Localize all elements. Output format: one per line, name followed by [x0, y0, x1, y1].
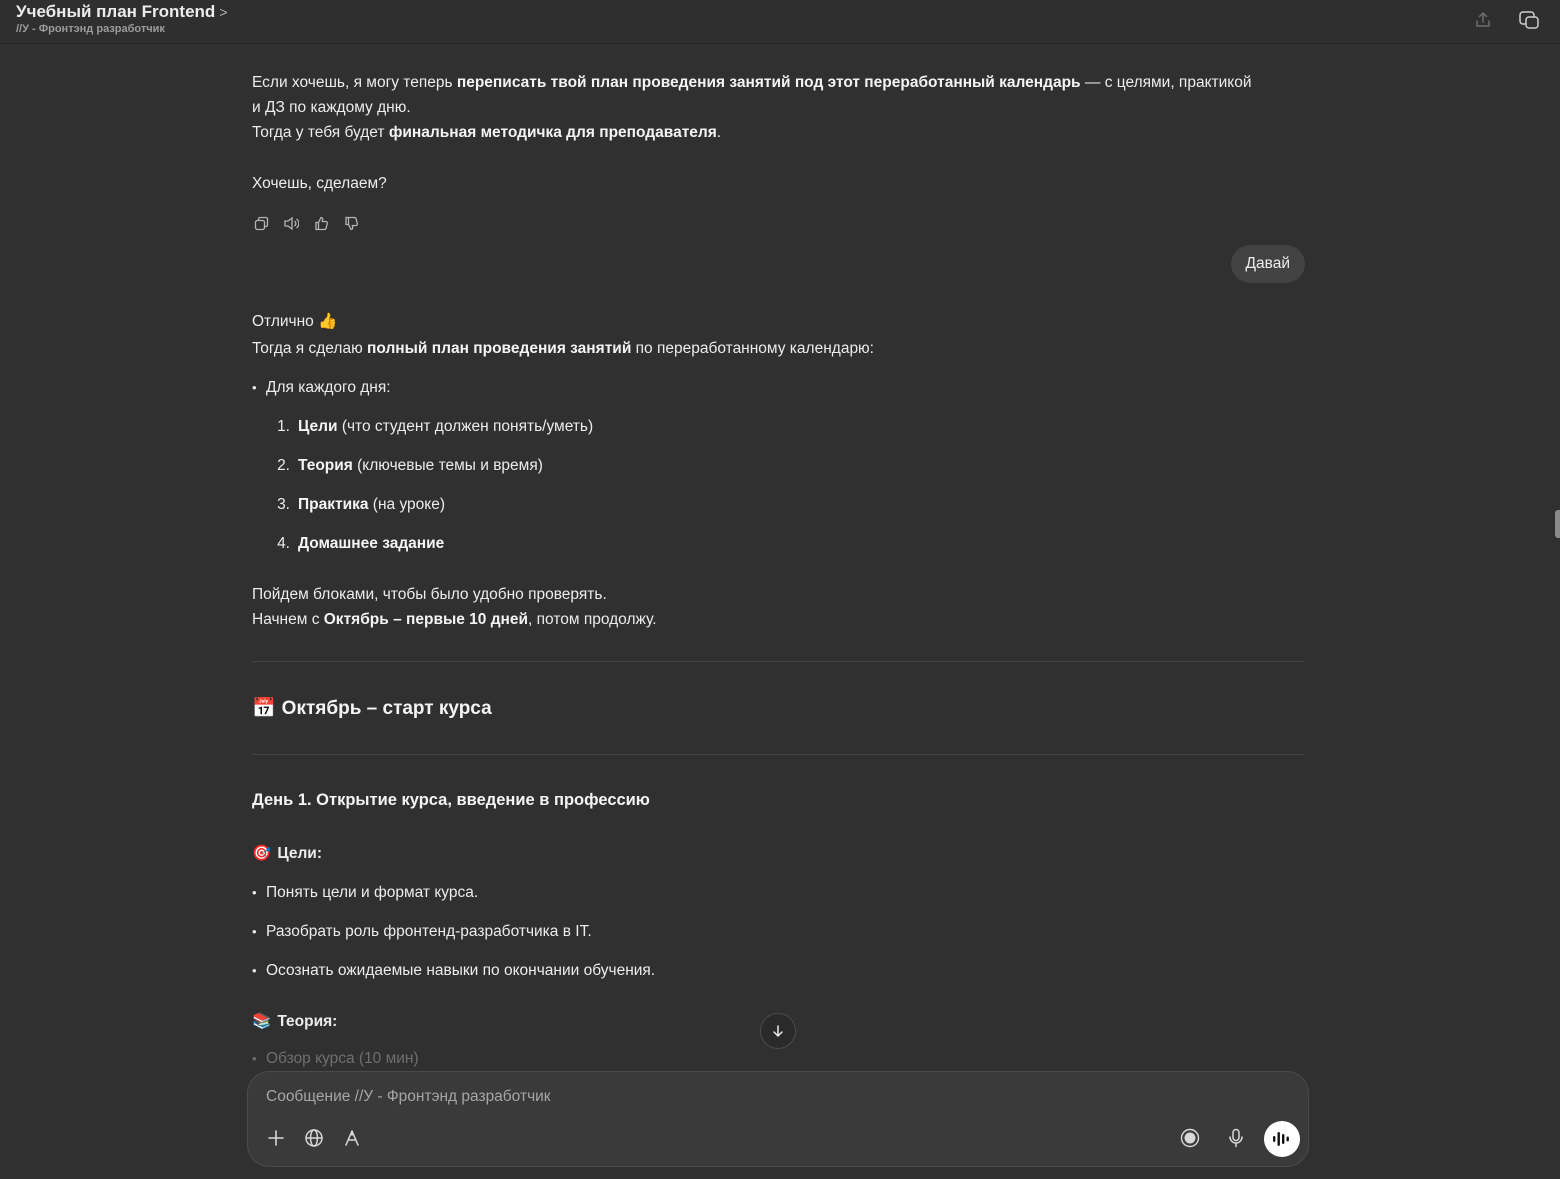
divider — [252, 661, 1305, 662]
arrow-down-icon — [773, 1025, 783, 1038]
message-input[interactable] — [266, 1088, 1166, 1106]
text: Начнем с — [252, 611, 324, 628]
heading-text: Октябрь – старт курса — [281, 698, 492, 719]
top-bar: Учебный план Frontend > //У - Фронтэнд р… — [0, 0, 1560, 44]
bold-text: Цели — [298, 418, 338, 435]
record-icon[interactable] — [1178, 1126, 1202, 1150]
text: Тогда у тебя будет — [252, 124, 389, 141]
list-item: Понять цели и формат курса. — [252, 880, 1305, 905]
ordered-list-item: 1. Цели (что студент должен понять/уметь) — [252, 414, 1305, 439]
ordered-list-item: 3. Практика (на уроке) — [252, 492, 1305, 517]
list-item: Разобрать роль фронтенд-разработчика в I… — [252, 919, 1305, 944]
books-emoji: 📚 — [252, 1013, 272, 1030]
message-paragraph: Если хочешь, я могу теперь переписать тв… — [252, 70, 1305, 145]
thumbs-down-icon[interactable] — [342, 214, 360, 232]
calendar-emoji: 📅 — [252, 698, 276, 719]
list-item: Обзор курса (10 мин) — [252, 1046, 1305, 1071]
copy-icon[interactable] — [252, 214, 270, 232]
text: и ДЗ по каждому дню. — [252, 99, 411, 116]
list-item: Для каждого дня: — [252, 375, 1305, 400]
section-heading: 📅 Октябрь – старт курса — [252, 696, 1305, 721]
bold-text: полный план проведения занятий — [367, 340, 632, 357]
speaker-icon[interactable] — [282, 214, 300, 232]
text: (ключевые темы и время) — [352, 457, 543, 474]
bold-text: Октябрь – первые 10 дней — [323, 611, 529, 628]
share-icon[interactable] — [1470, 7, 1496, 33]
new-window-icon[interactable] — [1516, 7, 1542, 33]
chat-title[interactable]: Учебный план Frontend > — [16, 2, 228, 22]
text: , потом продолжу. — [528, 611, 657, 628]
message-paragraph: Пойдем блоками, чтобы было удобно провер… — [252, 582, 1305, 632]
scroll-to-bottom-button[interactable] — [760, 1013, 796, 1049]
tools-icon[interactable] — [340, 1126, 364, 1150]
heading-text: Теория: — [277, 1013, 338, 1030]
conversation: Если хочешь, я могу теперь переписать тв… — [252, 70, 1305, 1071]
list-number: 4. — [277, 535, 290, 552]
heading-text: Цели: — [277, 845, 322, 862]
text: Если хочешь, я могу теперь — [252, 74, 457, 91]
text: Отлично — [252, 313, 319, 330]
bold-text: переписать твой план проведения занятий … — [456, 74, 1081, 91]
text: (что студент должен понять/уметь) — [337, 418, 594, 435]
goals-heading: 🎯 Цели: — [252, 841, 1305, 866]
voice-mode-icon — [1273, 1132, 1289, 1146]
message-paragraph: Отлично 👍 Тогда я сделаю полный план про… — [252, 308, 1305, 362]
list-text: Домашнее задание — [298, 531, 444, 556]
chat-title-area[interactable]: Учебный план Frontend > //У - Фронтэнд р… — [16, 2, 228, 35]
plus-icon[interactable] — [264, 1126, 288, 1150]
text: (на уроке) — [368, 496, 445, 513]
list-text: Практика (на уроке) — [298, 492, 445, 517]
goals-list: Понять цели и формат курса. Разобрать рол… — [252, 880, 1305, 983]
thumbs-up-emoji: 👍 — [318, 313, 338, 330]
text: Тогда я сделаю — [252, 340, 368, 357]
text: по переработанному календарю: — [631, 340, 874, 357]
thumbs-up-icon[interactable] — [312, 214, 330, 232]
list-number: 1. — [277, 418, 290, 435]
chat-title-text: Учебный план Frontend — [16, 2, 216, 21]
mic-icon[interactable] — [1224, 1126, 1248, 1150]
bold-text: Домашнее задание — [298, 535, 445, 552]
ordered-list: 1. Цели (что студент должен понять/уметь)… — [252, 414, 1305, 556]
assistant-message: Отлично 👍 Тогда я сделаю полный план про… — [252, 308, 1305, 1071]
message-actions — [252, 214, 1305, 232]
bold-text: Теория — [298, 457, 353, 474]
scrollbar-thumb[interactable] — [1555, 510, 1560, 538]
divider — [252, 754, 1305, 755]
gpt-name: //У - Фронтэнд разработчик — [16, 23, 165, 35]
chevron-right-icon: > — [219, 4, 228, 20]
user-message-bubble: Давай — [1230, 245, 1305, 283]
list-number: 3. — [277, 496, 290, 513]
ordered-list-item: 4. Домашнее задание — [252, 531, 1305, 556]
assistant-message: Если хочешь, я могу теперь переписать тв… — [252, 70, 1305, 232]
list-number: 2. — [277, 457, 290, 474]
bold-text: финальная методичка для преподавателя — [388, 124, 717, 141]
voice-mode-button[interactable] — [1264, 1121, 1300, 1157]
list-text: Теория (ключевые темы и время) — [298, 453, 543, 478]
list-item: Осознать ожидаемые навыки по окончании о… — [252, 958, 1305, 983]
ordered-list-item: 2. Теория (ключевые темы и время) — [252, 453, 1305, 478]
bold-text: Практика — [298, 496, 369, 513]
list-text: Цели (что студент должен понять/уметь) — [298, 414, 593, 439]
text: — с целями, практикой — [1080, 74, 1252, 91]
day-heading: День 1. Открытие курса, введение в профе… — [252, 791, 650, 809]
globe-icon[interactable] — [302, 1126, 326, 1150]
message-composer — [247, 1071, 1309, 1167]
target-emoji: 🎯 — [252, 845, 272, 862]
message-paragraph: Хочешь, сделаем? — [252, 175, 387, 192]
text: . — [716, 124, 722, 141]
text: Пойдем блоками, чтобы было удобно провер… — [252, 586, 607, 603]
